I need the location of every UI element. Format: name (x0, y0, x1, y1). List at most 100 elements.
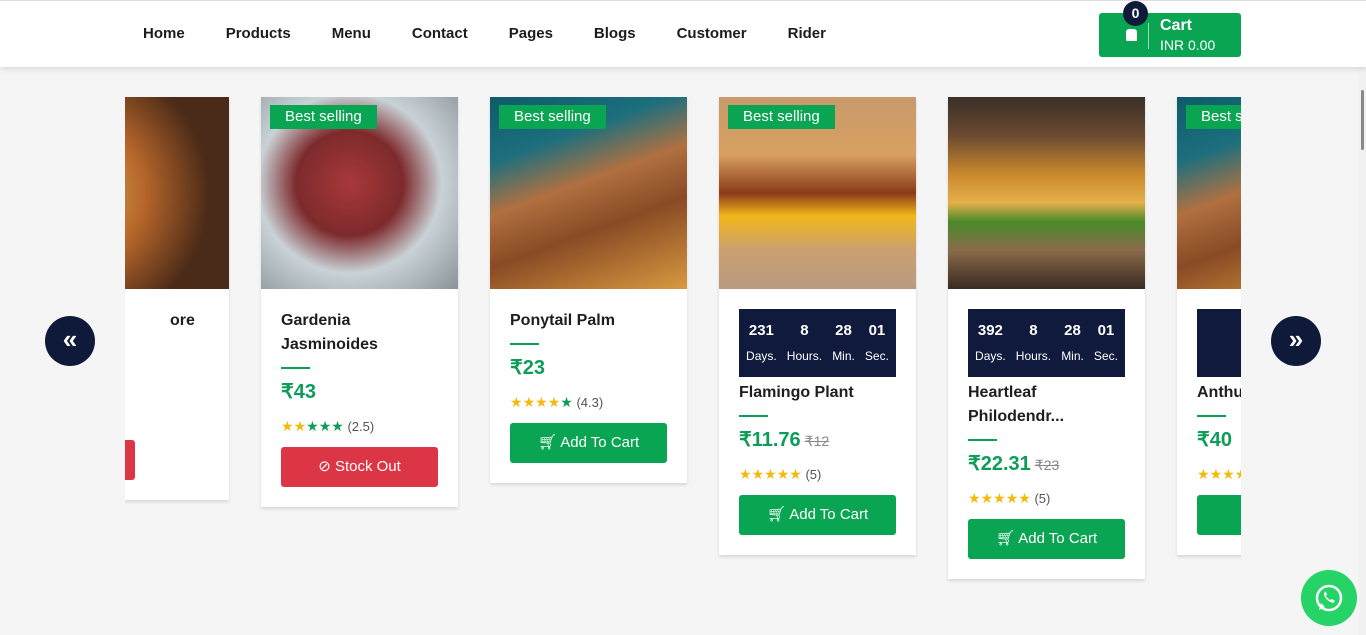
star-icon: ★ (1234, 466, 1241, 482)
countdown-value: 392 (977, 321, 1003, 339)
double-chevron-right-icon: » (1288, 324, 1304, 354)
ban-icon: ⊘ (318, 458, 331, 475)
product-card: Best selling 575Days. Anthu ₹40 ★★★★★ 🛒︎ (1177, 97, 1241, 555)
countdown-label: Min. (832, 348, 855, 363)
best-selling-badge: Best selling (499, 105, 606, 129)
countdown-timer: 392 Days. 8 Hours. 28 Min. 01 Sec. (968, 309, 1125, 377)
button-label: Add To Cart (560, 434, 640, 451)
add-to-cart-button[interactable]: 🛒︎ (1197, 495, 1241, 535)
cart-button[interactable]: 0 Cart INR 0.00 (1099, 1, 1241, 57)
cart-icon: 🛒︎ (766, 506, 786, 523)
carousel-next-button[interactable]: » (1271, 316, 1321, 366)
star-rating: ★★★★★ (2.5) (281, 418, 438, 435)
countdown-timer: 231 Days. 8 Hours. 28 Min. 01 Sec. (739, 309, 896, 377)
divider (1148, 23, 1149, 49)
whatsapp-icon (1315, 584, 1343, 612)
scrollbar-thumb[interactable] (1361, 90, 1364, 150)
nav-blogs[interactable]: Blogs (594, 25, 636, 42)
stock-out-button[interactable]: ⊘ Stock Out (125, 440, 135, 480)
countdown-value: 28 (1064, 321, 1081, 339)
countdown-unit: 8 Hours. (1016, 322, 1051, 365)
product-name[interactable]: Flamingo Plant (739, 381, 896, 405)
sale-price: ₹22.31 (968, 453, 1031, 475)
nav-customer[interactable]: Customer (677, 25, 747, 42)
star-icon: ★ (306, 418, 319, 434)
product-image[interactable]: Best selling (1177, 97, 1241, 289)
title-underline (510, 343, 539, 345)
product-card: Best selling 231 Days. 8 Hours. 28 Min. 01 Sec. F… (719, 97, 916, 555)
cart-total: INR 0.00 (1160, 37, 1216, 53)
button-label: Add To Cart (1018, 530, 1098, 547)
countdown-label: Min. (1061, 348, 1084, 363)
countdown-value: 231 (748, 321, 774, 339)
countdown-value: 01 (1097, 321, 1115, 339)
countdown-value: 8 (800, 321, 809, 339)
star-icon: ★ (968, 490, 981, 506)
star-icon: ★ (1005, 490, 1019, 506)
countdown-unit: 28 Min. (832, 322, 855, 365)
nav-pages[interactable]: Pages (509, 25, 553, 42)
nav-rider[interactable]: Rider (788, 25, 826, 42)
add-to-cart-button[interactable]: 🛒︎ Add To Cart (510, 423, 667, 463)
star-icon: ★ (331, 418, 344, 434)
countdown-label: Sec. (864, 348, 889, 363)
site-header: Home Products Menu Contact Pages Blogs Custome… (0, 0, 1366, 67)
carousel-prev-button[interactable]: « (45, 316, 95, 366)
star-icon: ★ (1018, 490, 1031, 506)
star-icon: ★ (1209, 466, 1223, 482)
product-image[interactable] (948, 97, 1145, 289)
nav-menu[interactable]: Menu (332, 25, 371, 42)
title-underline (1197, 415, 1226, 417)
star-icon: ★ (993, 490, 1006, 506)
star-rating: ★★★★★ (5) (739, 466, 896, 483)
star-icon: ★ (776, 466, 790, 482)
title-underline (281, 367, 310, 369)
star-icon: ★ (980, 490, 994, 506)
star-icon: ★ (1222, 466, 1235, 482)
stock-out-button[interactable]: ⊘ Stock Out (281, 447, 438, 487)
star-icon: ★ (560, 394, 573, 410)
countdown-label: Sec. (1093, 348, 1118, 363)
product-price: ₹40 (1197, 427, 1241, 452)
product-name[interactable]: Heartleaf Philodendr... (968, 381, 1125, 429)
whatsapp-button[interactable] (1301, 570, 1357, 626)
cart-icon: 🛒︎ (537, 434, 557, 451)
product-image[interactable]: Best selling (719, 97, 916, 289)
star-icon: ★ (764, 466, 777, 482)
button-label: Add To Cart (789, 506, 869, 523)
product-name[interactable]: ore (125, 309, 209, 333)
star-rating: (5) (125, 413, 209, 428)
star-rating: ★★★★★ (1197, 466, 1241, 483)
cart-icon: 🛒︎ (995, 530, 1015, 547)
sale-price: ₹43 (281, 381, 316, 403)
nav-home[interactable]: Home (143, 25, 185, 42)
cart-count-badge: 0 (1123, 1, 1148, 26)
product-image[interactable]: Best selling (261, 97, 458, 289)
product-name[interactable]: Gardenia Jasminoides (281, 309, 438, 357)
countdown-unit: 28 Min. (1061, 322, 1084, 365)
product-card: Best selling Gardenia Jasminoides ₹43 ★★★★★… (261, 97, 458, 507)
star-icon: ★ (751, 466, 765, 482)
add-to-cart-button[interactable]: 🛒︎ Add To Cart (968, 519, 1125, 559)
product-image[interactable]: Best selling (490, 97, 687, 289)
product-name[interactable]: Ponytail Palm (510, 309, 667, 333)
nav-contact[interactable]: Contact (412, 25, 468, 42)
star-icon: ★ (293, 418, 307, 434)
best-selling-badge: Best selling (1186, 105, 1241, 129)
add-to-cart-button[interactable]: 🛒︎ Add To Cart (739, 495, 896, 535)
countdown-timer: 575Days. (1197, 309, 1241, 377)
product-name[interactable]: Anthu (1197, 381, 1241, 405)
page-scrollbar[interactable] (1359, 67, 1366, 635)
title-underline (968, 439, 997, 441)
original-price: ₹12 (804, 433, 830, 449)
cart-label: Cart (1160, 17, 1193, 34)
product-image[interactable] (125, 97, 229, 289)
nav-products[interactable]: Products (226, 25, 291, 42)
countdown-value: 8 (1029, 321, 1038, 339)
rating-value: (5) (805, 467, 822, 482)
star-icon: ★ (318, 418, 332, 434)
star-rating: ★★★★★ (4.3) (510, 394, 667, 411)
sale-price: ₹40 (1197, 429, 1232, 451)
countdown-value: 01 (868, 321, 886, 339)
product-card: Best selling Ponytail Palm ₹23 ★★★★★ (4.3) 🛒… (490, 97, 687, 483)
